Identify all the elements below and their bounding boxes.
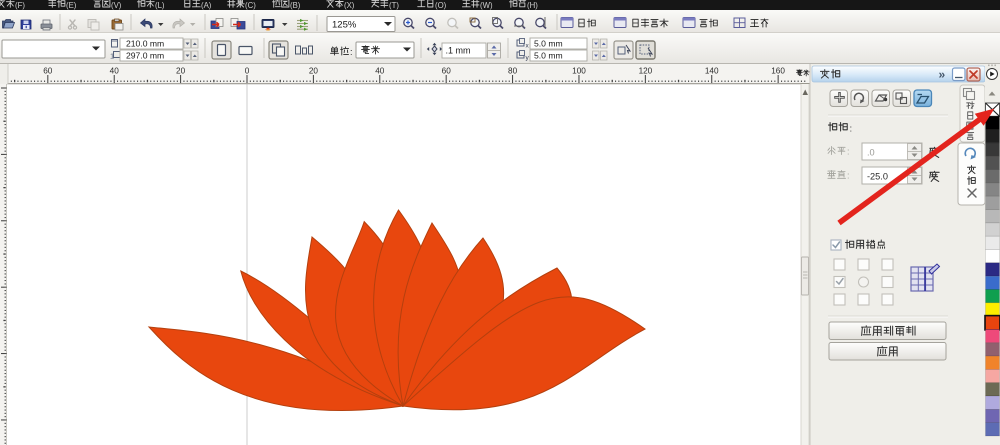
svg-text:»: » bbox=[939, 68, 946, 82]
svg-text:(C): (C) bbox=[245, 1, 256, 10]
svg-text:5.0 mm: 5.0 mm bbox=[534, 51, 563, 61]
svg-text:(B): (B) bbox=[290, 1, 301, 10]
svg-text:(T): (T) bbox=[389, 1, 399, 10]
svg-text:-25.0: -25.0 bbox=[867, 172, 888, 182]
svg-text:160: 160 bbox=[771, 67, 785, 76]
svg-text:140: 140 bbox=[705, 67, 719, 76]
svg-text:(W): (W) bbox=[480, 1, 493, 10]
svg-text:100: 100 bbox=[572, 67, 586, 76]
svg-text:(V): (V) bbox=[111, 1, 122, 10]
svg-text:20: 20 bbox=[176, 67, 186, 76]
svg-text:(H): (H) bbox=[527, 1, 538, 10]
svg-text:.0: .0 bbox=[867, 148, 875, 158]
svg-text:.1 mm: .1 mm bbox=[446, 45, 471, 55]
svg-text::: : bbox=[350, 47, 353, 57]
svg-text:20: 20 bbox=[309, 67, 319, 76]
svg-text:40: 40 bbox=[110, 67, 120, 76]
svg-text:(A): (A) bbox=[201, 1, 212, 10]
svg-text:120: 120 bbox=[639, 67, 653, 76]
svg-text:5.0 mm: 5.0 mm bbox=[534, 39, 563, 49]
svg-text:(E): (E) bbox=[66, 1, 77, 10]
svg-text:297.0 mm: 297.0 mm bbox=[126, 51, 164, 61]
svg-text::: : bbox=[847, 171, 850, 181]
svg-text:80: 80 bbox=[508, 67, 518, 76]
svg-text:(X): (X) bbox=[344, 1, 355, 10]
svg-text:210.0 mm: 210.0 mm bbox=[126, 39, 164, 49]
svg-text::: : bbox=[850, 124, 853, 135]
svg-text:0: 0 bbox=[245, 67, 250, 76]
svg-text:125%: 125% bbox=[332, 20, 357, 31]
svg-text:60: 60 bbox=[442, 67, 452, 76]
svg-text::: : bbox=[847, 147, 850, 157]
svg-text:(O): (O) bbox=[435, 1, 447, 10]
svg-text:60: 60 bbox=[43, 67, 53, 76]
svg-text:(L): (L) bbox=[155, 1, 165, 10]
svg-text:40: 40 bbox=[375, 67, 385, 76]
svg-text:(F): (F) bbox=[15, 1, 25, 10]
